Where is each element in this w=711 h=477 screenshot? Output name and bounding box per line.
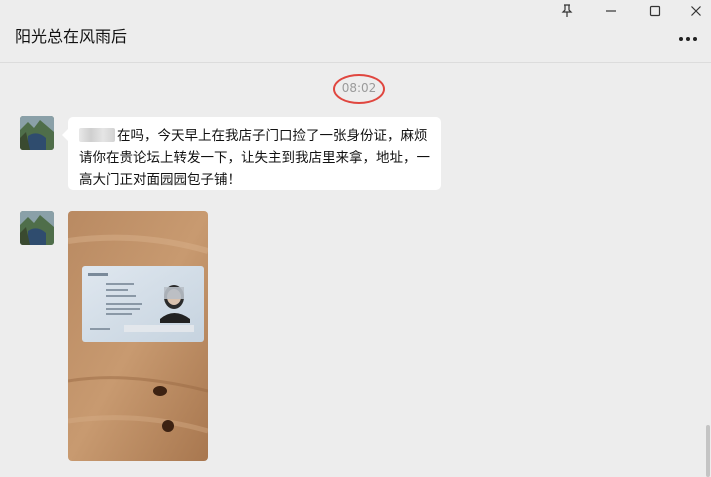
more-icon[interactable] — [677, 30, 699, 48]
bubble-tail — [62, 129, 68, 141]
chat-title: 阳光总在风雨后 — [15, 27, 128, 46]
maximize-icon[interactable] — [645, 2, 665, 20]
message-timestamp: 08:02 — [333, 74, 385, 104]
scrollbar[interactable] — [706, 425, 710, 477]
image-message[interactable] — [68, 211, 208, 461]
title-bar: 阳光总在风雨后 — [0, 0, 711, 63]
minimize-icon[interactable] — [601, 2, 621, 20]
message-bubble[interactable]: 在吗，今天早上在我店子门口捡了一张身份证，麻烦请你在贵论坛上转发一下，让失主到我… — [62, 117, 441, 191]
blurred-name — [79, 128, 115, 142]
sender-avatar[interactable] — [20, 211, 54, 245]
message-text-container: 在吗，今天早上在我店子门口捡了一张身份证，麻烦请你在贵论坛上转发一下，让失主到我… — [79, 125, 434, 191]
close-icon[interactable] — [686, 2, 706, 20]
id-card-photo-icon — [68, 211, 208, 461]
sender-avatar[interactable] — [20, 116, 54, 150]
timestamp-text: 08:02 — [341, 81, 377, 95]
message-text: 在吗，今天早上在我店子门口捡了一张身份证，麻烦请你在贵论坛上转发一下，让失主到我… — [79, 128, 430, 188]
pin-icon[interactable] — [557, 2, 577, 20]
